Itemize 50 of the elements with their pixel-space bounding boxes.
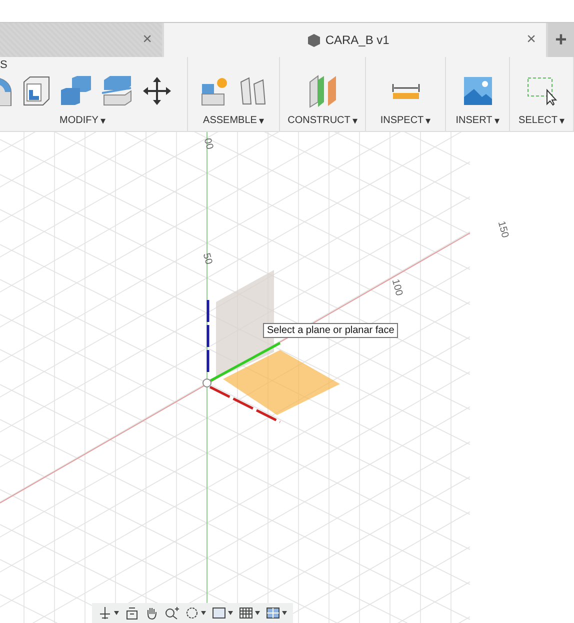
document-tab[interactable]: CARA_B v1 × [164,23,546,57]
new-tab-button[interactable]: + [548,23,574,57]
navigation-tool[interactable] [185,606,206,620]
document-tab[interactable]: × [0,23,162,57]
close-tab-button[interactable]: × [524,31,538,49]
axis-scale-label: 100 [389,278,404,297]
caret-icon [282,611,287,615]
toolbar-menu[interactable]: ASSEMBLE ▾ [203,115,264,127]
joint-icon[interactable] [238,76,266,106]
tab-title: CARA_B v1 [325,33,390,47]
navigation-tool[interactable] [165,606,179,620]
toolbar-menu[interactable]: INSPECT ▾ [380,115,431,127]
component-star-icon[interactable] [200,76,228,106]
toolbar-title: S [0,59,8,71]
axis-scale-label: 150 [495,220,510,239]
caret-icon [255,611,260,615]
navigation-tool[interactable] [266,606,287,620]
orbit-icon [98,606,112,620]
close-tab-button[interactable]: × [140,31,154,49]
display-mode-icon [212,606,226,620]
axis-scale-label: 50 [200,252,214,266]
fit-icon [185,606,199,620]
tooltip: Select a plane or planar face [263,323,398,338]
combine-blocks-icon[interactable] [60,76,92,106]
axis-scale-label: 00 [201,137,215,151]
viewports-icon [266,606,280,620]
navigation-tool[interactable] [239,606,260,620]
look-at-icon [125,606,139,620]
toolbar-menu[interactable]: SELECT ▾ [518,115,564,127]
toolbar-menu[interactable]: CONSTRUCT ▾ [288,115,358,127]
pan-hand-icon [145,606,159,620]
cube-icon [307,34,322,46]
navigation-tool[interactable] [212,606,233,620]
navigation-tool[interactable] [145,606,159,620]
ruler-icon[interactable] [392,81,420,101]
image-icon[interactable] [464,77,492,105]
selection-box-icon[interactable] [526,76,556,106]
caret-icon [228,611,233,615]
construction-planes-icon[interactable] [308,74,338,108]
navigation-tool[interactable] [98,606,119,620]
caret-icon [201,611,206,615]
navigation-tool[interactable] [125,606,139,620]
zoom-icon [165,606,179,620]
grid-icon [239,606,253,620]
shell-box-icon[interactable] [22,76,50,106]
move-arrows-icon[interactable] [142,76,172,106]
split-body-icon[interactable] [102,76,132,106]
toolbar-menu[interactable]: MODIFY ▾ [60,115,106,127]
caret-icon [114,611,119,615]
toolbar-menu[interactable]: INSERT ▾ [456,115,500,127]
